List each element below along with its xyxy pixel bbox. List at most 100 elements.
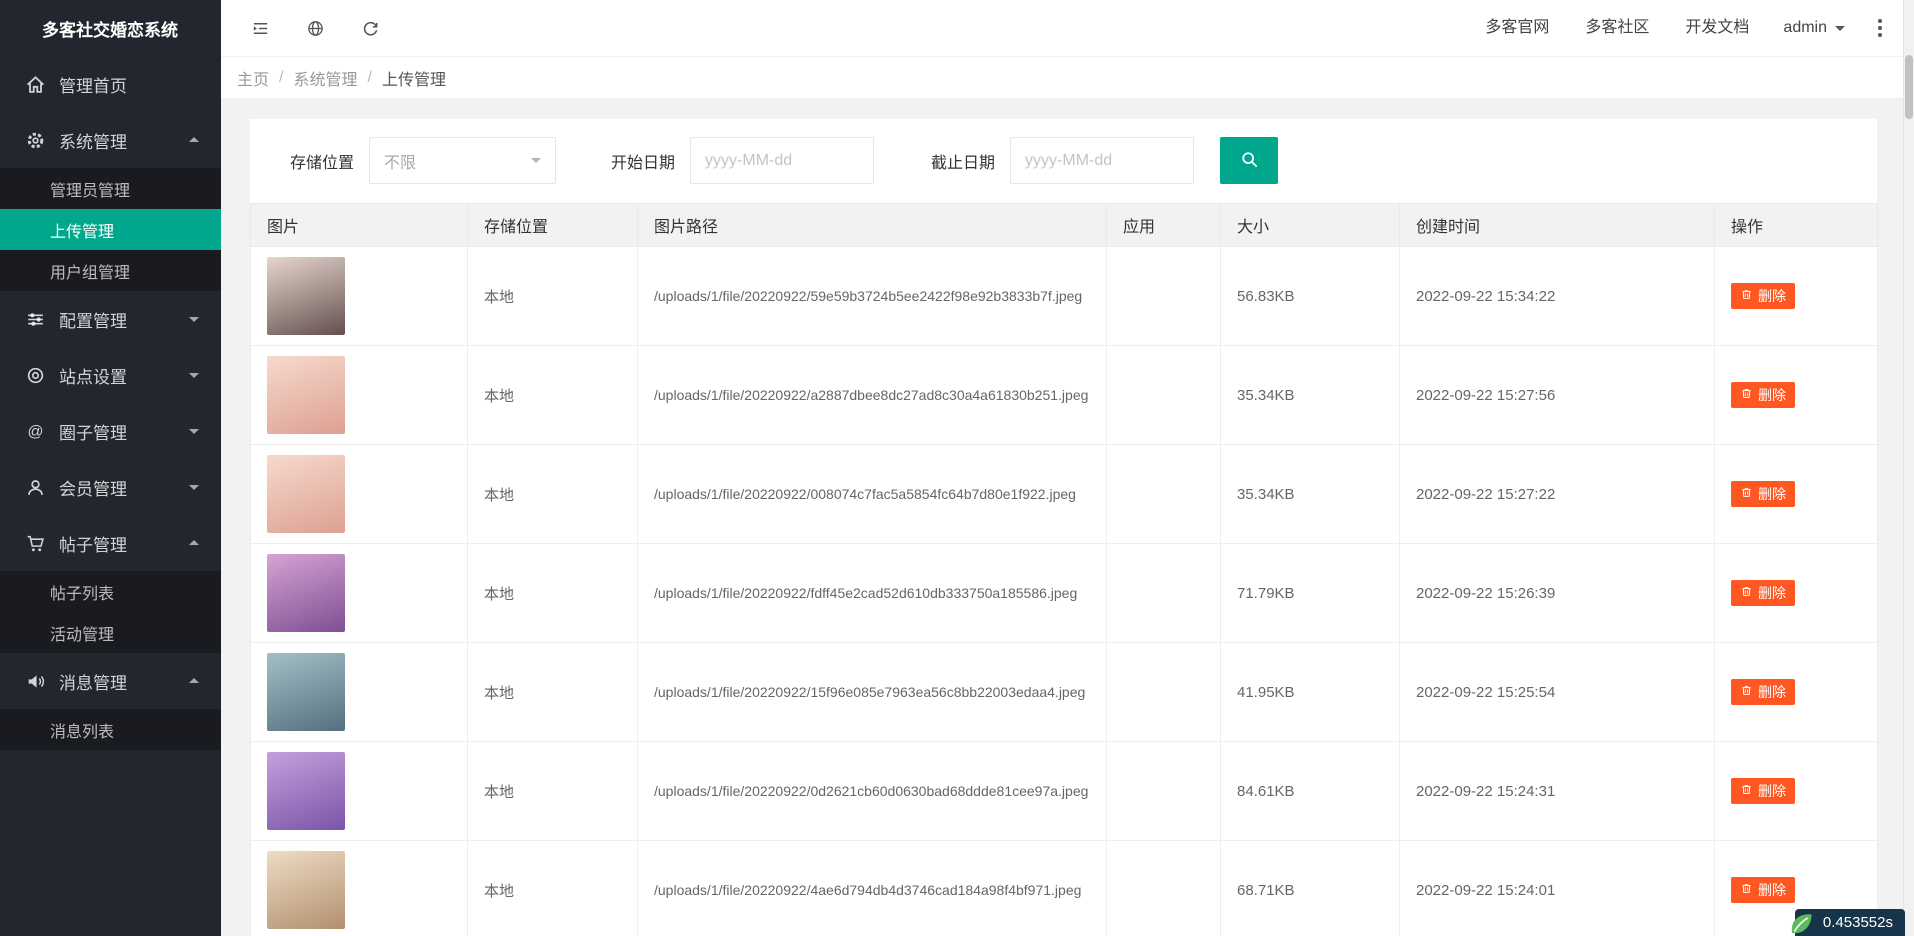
sidebar-item-circles[interactable]: @圈子管理 <box>0 403 221 459</box>
sidebar-item-label: 系统管理 <box>59 128 189 153</box>
end-date-input[interactable] <box>1010 137 1194 184</box>
refresh-icon[interactable] <box>343 0 398 56</box>
topbar-links: 多客官网多客社区开发文档 <box>1467 0 1767 56</box>
upload-thumbnail[interactable] <box>267 851 345 929</box>
scrollbar[interactable] <box>1903 0 1914 936</box>
sidebar-item-usergroups[interactable]: 用户组管理 <box>0 250 221 291</box>
breadcrumb: 主页/系统管理/上传管理 <box>221 56 1903 98</box>
cell-size: 35.34KB <box>1221 346 1400 445</box>
delete-button[interactable]: 删除 <box>1731 580 1795 606</box>
column-header: 图片 <box>251 204 468 247</box>
cell-size: 84.61KB <box>1221 742 1400 841</box>
delete-button-label: 删除 <box>1758 386 1786 404</box>
sidebar-item-members[interactable]: 会员管理 <box>0 459 221 515</box>
cell-app <box>1107 445 1221 544</box>
cell-storage: 本地 <box>468 742 638 841</box>
sidebar-item-label: 管理首页 <box>59 72 199 97</box>
sidebar-subitem-label: 上传管理 <box>50 218 114 242</box>
filter-bar: 存储位置 不限 开始日期 截止日期 <box>250 137 1877 203</box>
chevron-down-icon <box>189 373 199 383</box>
sidebar-subitem-label: 帖子列表 <box>50 580 114 604</box>
upload-thumbnail[interactable] <box>267 653 345 731</box>
more-menu-icon[interactable] <box>1861 0 1899 56</box>
chevron-down-icon <box>189 317 199 327</box>
upload-thumbnail[interactable] <box>267 356 345 434</box>
delete-button[interactable]: 删除 <box>1731 679 1795 705</box>
collapse-menu-icon[interactable] <box>233 0 288 56</box>
sidebar-item-post-list[interactable]: 帖子列表 <box>0 571 221 612</box>
search-button[interactable] <box>1220 137 1278 184</box>
topbar-link[interactable]: 开发文档 <box>1667 19 1767 36</box>
scrollbar-thumb[interactable] <box>1905 55 1913 119</box>
delete-button[interactable]: 删除 <box>1731 481 1795 507</box>
storage-filter-label: 存储位置 <box>290 149 354 173</box>
upload-thumbnail[interactable] <box>267 257 345 335</box>
cart-icon <box>25 533 46 554</box>
storage-select[interactable]: 不限 <box>369 137 556 184</box>
cell-app <box>1107 346 1221 445</box>
cell-created: 2022-09-22 15:24:31 <box>1400 742 1715 841</box>
table-row: 本地/uploads/1/file/20220922/fdff45e2cad52… <box>251 544 1878 643</box>
sidebar-item-admins[interactable]: 管理员管理 <box>0 168 221 209</box>
horn-icon <box>25 671 46 692</box>
cell-storage: 本地 <box>468 643 638 742</box>
table-row: 本地/uploads/1/file/20220922/a2887dbee8dc2… <box>251 346 1878 445</box>
sidebar: 多客社交婚恋系统 管理首页系统管理管理员管理上传管理用户组管理配置管理站点设置@… <box>0 0 221 936</box>
sidebar-item-system[interactable]: 系统管理 <box>0 112 221 168</box>
uploads-table: 图片存储位置图片路径应用大小创建时间操作 本地/uploads/1/file/2… <box>250 203 1878 936</box>
sidebar-subitem-label: 活动管理 <box>50 621 114 645</box>
page-timer-badge[interactable]: 0.453552s <box>1795 909 1905 936</box>
sidebar-item-messages[interactable]: 消息管理 <box>0 653 221 709</box>
delete-button[interactable]: 删除 <box>1731 877 1795 903</box>
chevron-up-icon <box>189 535 199 545</box>
delete-button[interactable]: 删除 <box>1731 283 1795 309</box>
sidebar-item-site[interactable]: 站点设置 <box>0 347 221 403</box>
topbar-right: 多客官网多客社区开发文档 admin <box>1467 0 1903 56</box>
leaf-icon <box>1786 909 1816 936</box>
cell-created: 2022-09-22 15:34:22 <box>1400 247 1715 346</box>
start-date-input[interactable] <box>690 137 874 184</box>
sidebar-item-message-list[interactable]: 消息列表 <box>0 709 221 750</box>
cell-path: /uploads/1/file/20220922/59e59b3724b5ee2… <box>638 247 1107 346</box>
delete-button[interactable]: 删除 <box>1731 382 1795 408</box>
delete-button-label: 删除 <box>1758 485 1786 503</box>
sidebar-item-config[interactable]: 配置管理 <box>0 291 221 347</box>
delete-button-label: 删除 <box>1758 683 1786 701</box>
sidebar-item-uploads[interactable]: 上传管理 <box>0 209 221 250</box>
svg-text:@: @ <box>28 423 44 440</box>
cell-size: 71.79KB <box>1221 544 1400 643</box>
upload-thumbnail[interactable] <box>267 554 345 632</box>
at-icon: @ <box>25 421 46 442</box>
cell-app <box>1107 643 1221 742</box>
sidebar-item-label: 站点设置 <box>59 363 189 388</box>
delete-button[interactable]: 删除 <box>1731 778 1795 804</box>
cell-created: 2022-09-22 15:26:39 <box>1400 544 1715 643</box>
topbar-link[interactable]: 多客社区 <box>1567 19 1667 36</box>
upload-thumbnail[interactable] <box>267 455 345 533</box>
globe-icon[interactable] <box>288 0 343 56</box>
breadcrumb-item[interactable]: 主页 <box>237 66 269 90</box>
trash-icon <box>1740 881 1753 899</box>
table-row: 本地/uploads/1/file/20220922/15f96e085e796… <box>251 643 1878 742</box>
sidebar-submenu: 帖子列表活动管理 <box>0 571 221 653</box>
sidebar-subitem-label: 用户组管理 <box>50 259 130 283</box>
cell-path: /uploads/1/file/20220922/008074c7fac5a58… <box>638 445 1107 544</box>
sidebar-item-activities[interactable]: 活动管理 <box>0 612 221 653</box>
column-header: 存储位置 <box>468 204 638 247</box>
table-row: 本地/uploads/1/file/20220922/008074c7fac5a… <box>251 445 1878 544</box>
breadcrumb-separator: / <box>279 69 283 87</box>
cell-path: /uploads/1/file/20220922/a2887dbee8dc27a… <box>638 346 1107 445</box>
site-icon <box>25 365 46 386</box>
upload-thumbnail[interactable] <box>267 752 345 830</box>
trash-icon <box>1740 485 1753 503</box>
sidebar-item-home[interactable]: 管理首页 <box>0 56 221 112</box>
sidebar-menu: 管理首页系统管理管理员管理上传管理用户组管理配置管理站点设置@圈子管理会员管理帖… <box>0 56 221 750</box>
sidebar-item-posts[interactable]: 帖子管理 <box>0 515 221 571</box>
topbar-link[interactable]: 多客官网 <box>1467 19 1567 36</box>
sidebar-item-label: 配置管理 <box>59 307 189 332</box>
delete-button-label: 删除 <box>1758 287 1786 305</box>
user-icon <box>25 477 46 498</box>
user-menu[interactable]: admin <box>1767 19 1861 37</box>
cell-app <box>1107 544 1221 643</box>
column-header: 操作 <box>1715 204 1878 247</box>
